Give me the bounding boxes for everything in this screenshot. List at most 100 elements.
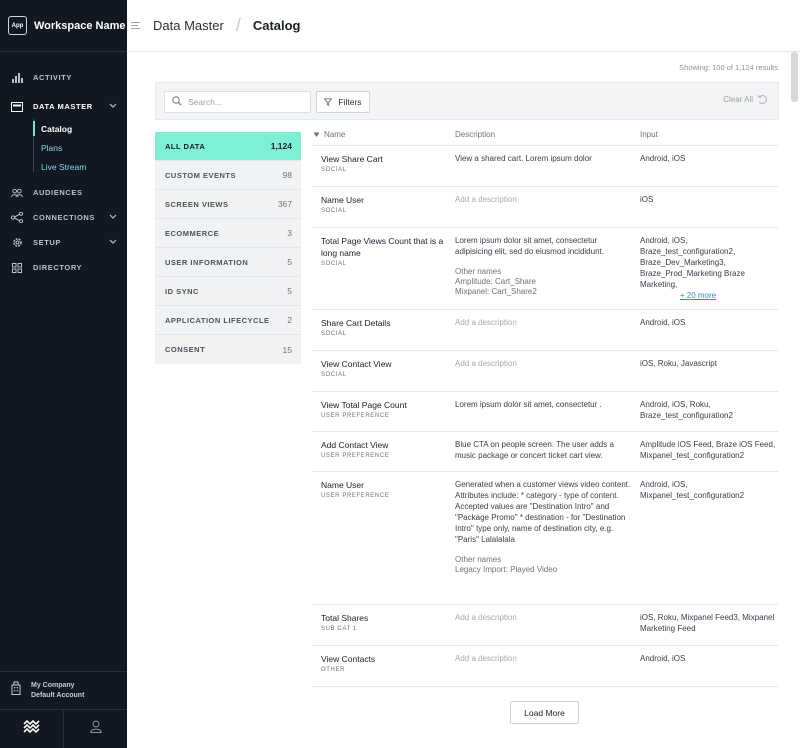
chevron-down-icon [109,238,117,247]
sub-item-catalog[interactable]: Catalog [33,119,127,138]
row-name: View Contact View [321,359,392,369]
category-custom-events[interactable]: CUSTOM EVENTS 98 [155,161,301,190]
building-icon [11,681,21,700]
user-profile-button[interactable] [64,710,127,748]
row-category-tag: SOCIAL [321,372,347,378]
row-description-placeholder[interactable]: Add a description [455,317,632,328]
company-name: My Company [31,681,75,689]
sidebar: App Workspace Name ACTIVITY DATA MASTER … [0,0,127,748]
column-header-name[interactable]: Name [312,130,455,145]
category-label: APPLICATION LIFECYCLE [165,315,270,325]
table-row[interactable]: Add Contact View USER PREFERENCE Blue CTA… [312,432,778,472]
filter-bar: Filters Clear All [155,82,779,120]
table-row[interactable]: View Contacts OTHER Add a description And… [312,646,778,687]
row-input: iOS [640,195,654,204]
reset-icon [757,94,768,105]
chevron-down-icon [109,102,117,111]
clear-all-label: Clear All [723,95,753,104]
row-category-tag: USER PREFERENCE [321,453,390,459]
app-logo: App [8,16,27,35]
category-label: CUSTOM EVENTS [165,170,236,180]
show-more-link[interactable]: + 20 more [640,291,756,300]
row-description-placeholder[interactable]: Add a description [455,358,632,369]
nav-item-data-master[interactable]: DATA MASTER [0,94,127,119]
table-row[interactable]: View Share Cart SOCIAL View a shared cart… [312,146,778,187]
column-label: Name [324,130,346,139]
sub-item-live-stream[interactable]: Live Stream [33,157,127,176]
table-header: Name Description Input [312,130,778,146]
row-description-placeholder[interactable]: Add a description [455,653,632,664]
row-description-placeholder[interactable]: Add a description [455,612,632,623]
table-row[interactable]: Name User SOCIAL Add a description iOS [312,187,778,228]
category-count: 5 [287,257,292,267]
brand-logo-button[interactable] [0,710,64,748]
table-row[interactable]: Total Shares SUB CAT 1 Add a description … [312,605,778,646]
sub-item-plans[interactable]: Plans [33,138,127,157]
search-input[interactable] [188,97,298,107]
category-application-lifecycle[interactable]: APPLICATION LIFECYCLE 2 [155,306,301,335]
bar-chart-icon [11,72,23,84]
category-id-sync[interactable]: ID SYNC 5 [155,277,301,306]
row-category-tag: SOCIAL [321,261,347,267]
brand-logo-icon [22,719,41,739]
table-row[interactable]: Total Page Views Count that is a long na… [312,228,778,310]
filters-button[interactable]: Filters [316,91,370,113]
gear-icon [11,237,23,249]
row-name: Name User [321,480,364,490]
nav-item-connections[interactable]: CONNECTIONS [0,205,127,230]
data-master-icon [11,101,23,113]
category-label: USER INFORMATION [165,257,249,267]
account-name: Default Account [31,691,85,699]
category-consent[interactable]: CONSENT 15 [155,335,301,364]
category-label: CONSENT [165,345,206,354]
scrollbar-thumb[interactable] [791,52,798,102]
row-name: Add Contact View [321,440,389,450]
table-row[interactable]: View Contact View SOCIAL Add a descriptio… [312,351,778,392]
category-label: ALL DATA [165,141,206,151]
account-switcher[interactable]: My Company Default Account [0,671,127,709]
workspace-switcher[interactable]: App Workspace Name [0,0,127,52]
row-description: Generated when a customer views video co… [455,480,631,544]
row-name: Name User [321,195,364,205]
page-header: Data Master / Catalog [127,0,800,52]
nav-item-directory[interactable]: DIRECTORY [0,255,127,280]
category-label: ID SYNC [165,286,199,296]
nav-item-setup[interactable]: SETUP [0,230,127,255]
row-category-tag: SUB CAT 1 [321,626,357,632]
row-input: Android, iOS [640,154,686,163]
other-name: Mixpanel: Cart_Share2 [455,287,537,296]
category-label: SCREEN VIEWS [165,199,229,209]
nav-label: CONNECTIONS [33,213,96,222]
row-category-tag: USER PREFERENCE [321,413,390,419]
load-more-button[interactable]: Load More [510,701,579,724]
connections-icon [11,212,23,224]
row-description: View a shared cart. Lorem ipsum dolor [455,154,592,163]
category-list: ALL DATA 1,124 CUSTOM EVENTS 98 SCREEN VIE… [155,132,301,364]
category-label: ECOMMERCE [165,228,220,238]
audiences-icon [11,187,23,199]
row-description-placeholder[interactable]: Add a description [455,194,632,205]
category-screen-views[interactable]: SCREEN VIEWS 367 [155,190,301,219]
category-ecommerce[interactable]: ECOMMERCE 3 [155,219,301,248]
filter-icon [324,98,333,106]
category-count: 98 [282,170,292,180]
main-nav: ACTIVITY DATA MASTER Catalog Plans Live … [0,52,127,280]
menu-toggle-icon[interactable] [131,22,143,29]
row-category-tag: OTHER [321,667,345,673]
row-category-tag: USER PREFERENCE [321,493,390,499]
nav-item-audiences[interactable]: AUDIENCES [0,180,127,205]
table-row[interactable]: Name User USER PREFERENCE Generated when … [312,472,778,605]
nav-label: AUDIENCES [33,188,83,197]
row-description: Blue CTA on people screen. The user adds… [455,440,614,460]
clear-all-button[interactable]: Clear All [723,94,768,105]
table-row[interactable]: View Total Page Count USER PREFERENCE Lor… [312,392,778,432]
search-box[interactable] [164,91,311,113]
category-count: 3 [287,228,292,238]
category-user-information[interactable]: USER INFORMATION 5 [155,248,301,277]
nav-item-activity[interactable]: ACTIVITY [0,65,127,90]
table-row[interactable]: Share Cart Details SOCIAL Add a descripti… [312,310,778,351]
category-all-data[interactable]: ALL DATA 1,124 [155,132,301,161]
breadcrumb-parent[interactable]: Data Master [153,18,224,33]
filters-label: Filters [338,97,362,107]
sort-descending-icon [313,131,320,140]
